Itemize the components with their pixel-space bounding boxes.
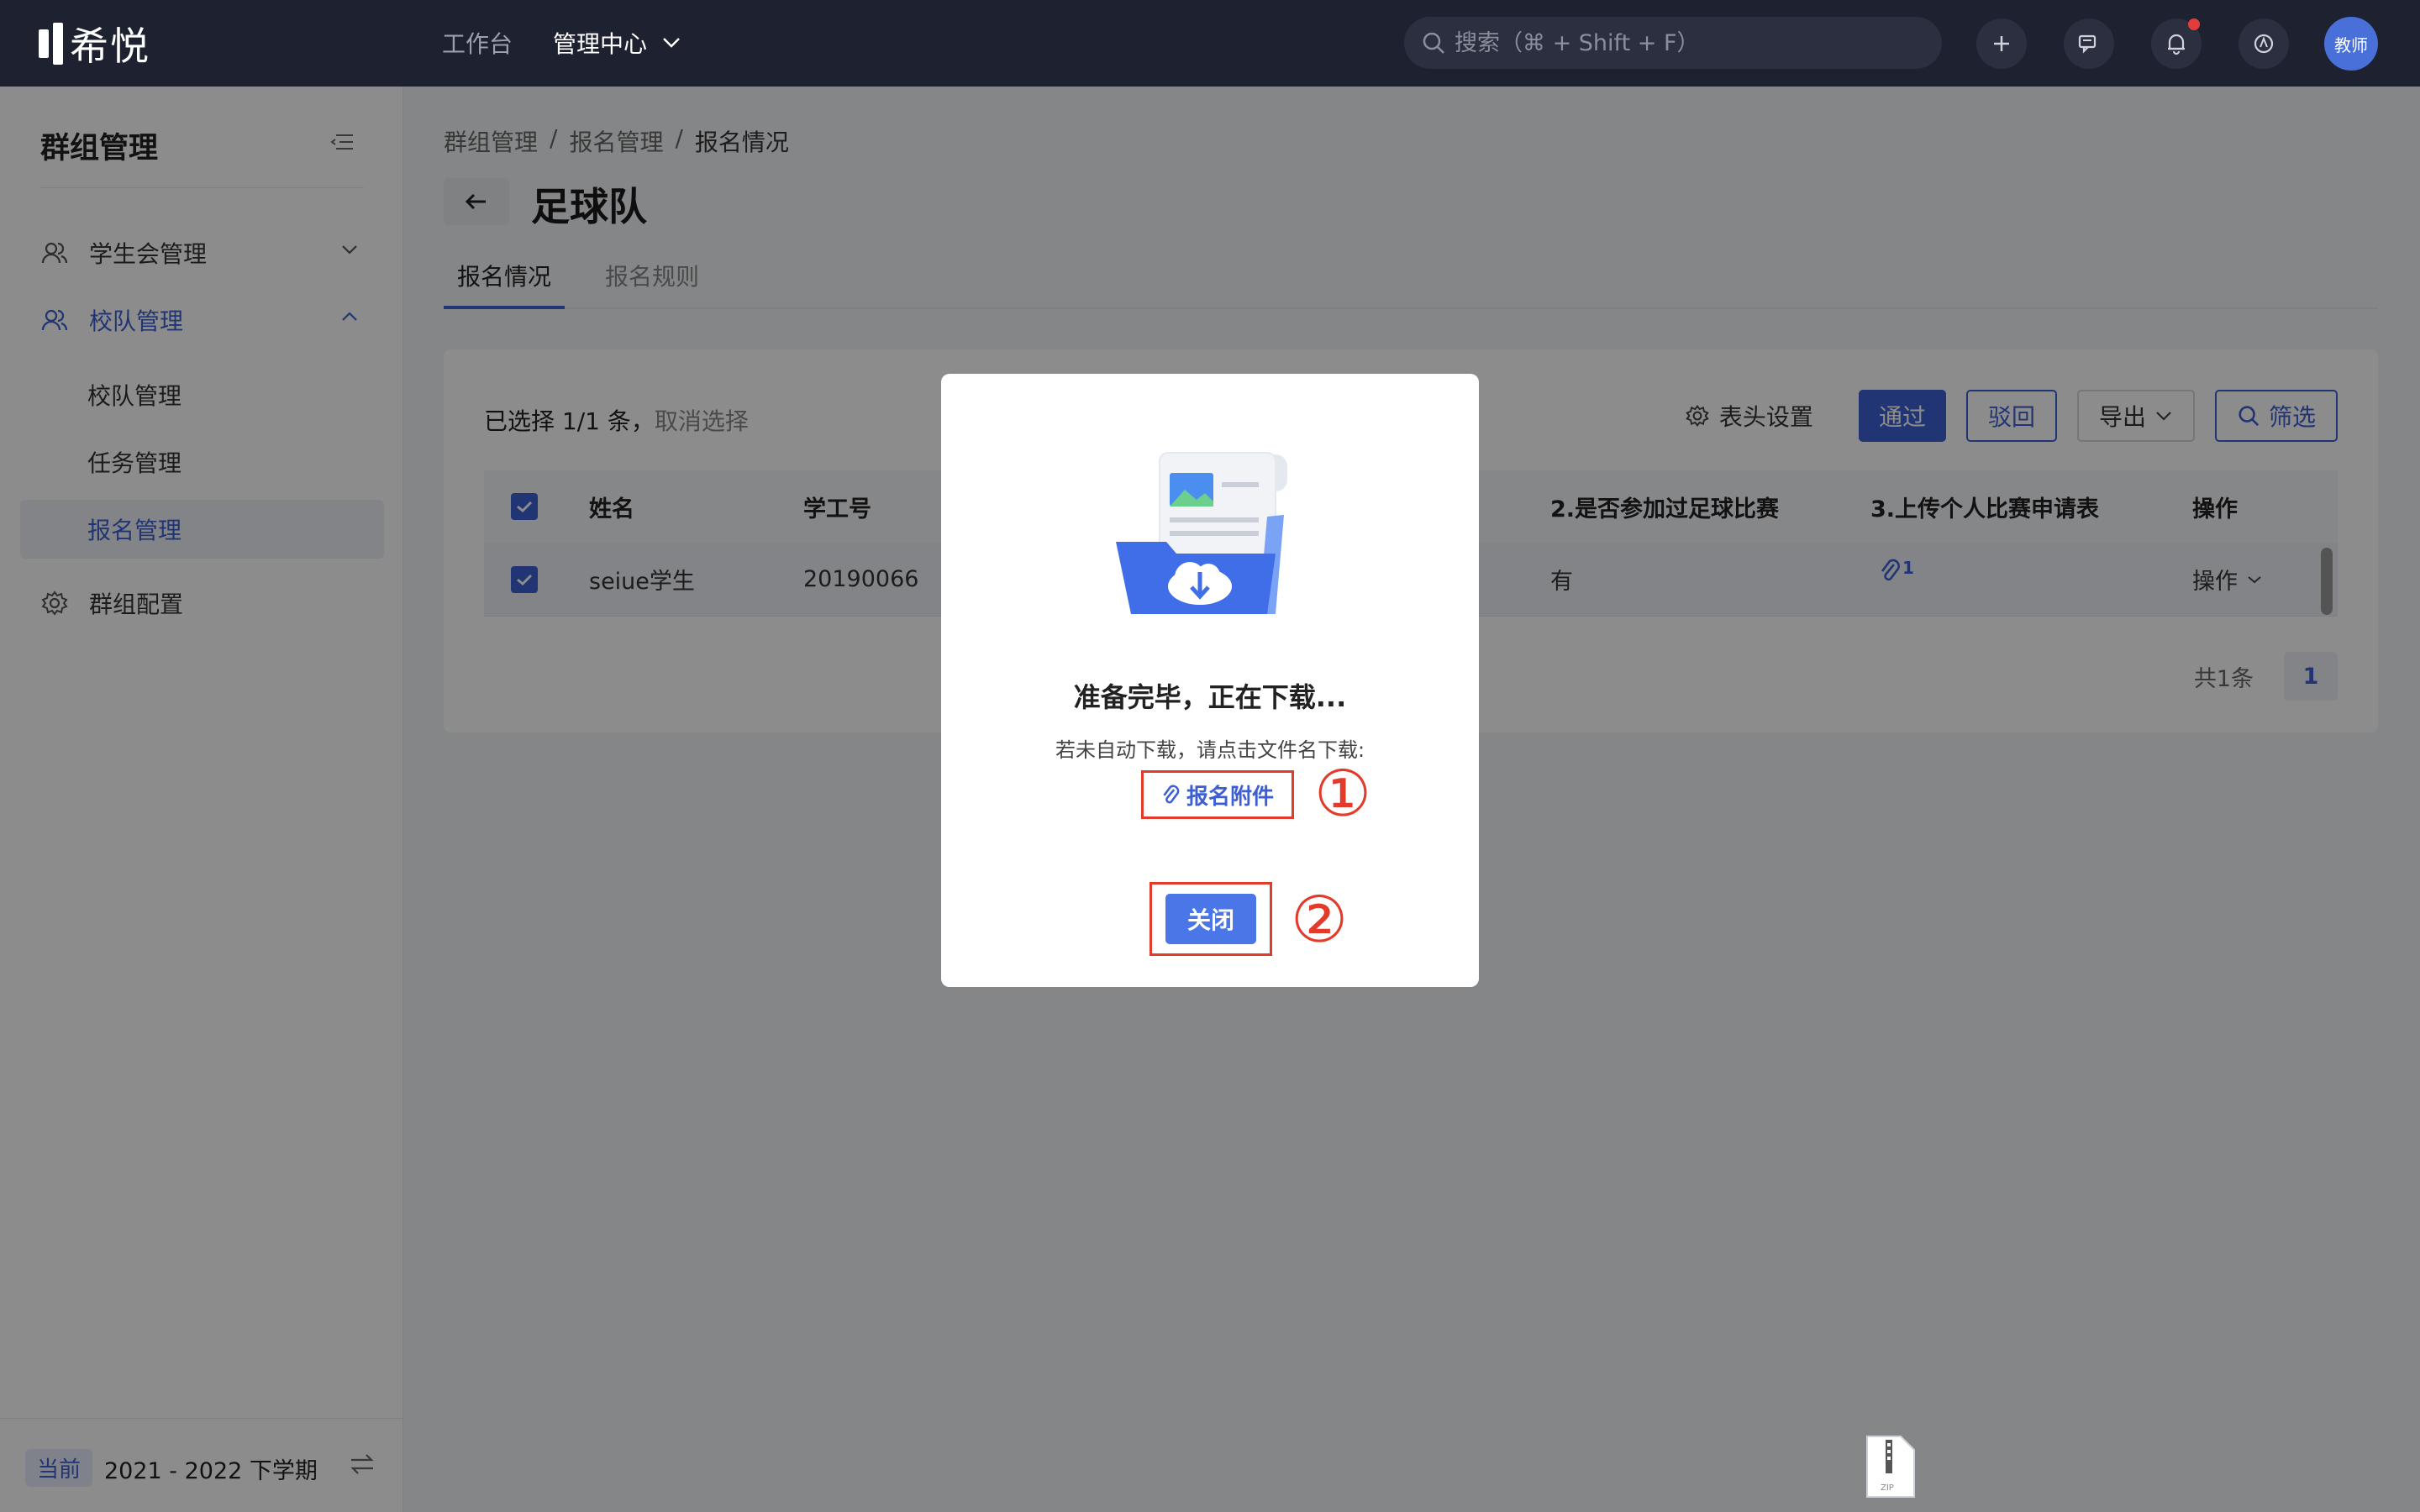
search-icon: [1423, 32, 1444, 54]
search-input[interactable]: [1455, 29, 1925, 56]
messages-button[interactable]: [2064, 18, 2114, 69]
paperclip-icon: [1163, 785, 1180, 804]
global-search[interactable]: [1404, 17, 1942, 69]
download-modal: 准备完毕，正在下载... 若未自动下载，请点击文件名下载: 报名附件 ① 关闭 …: [941, 374, 1479, 987]
modal-description: 若未自动下载，请点击文件名下载:: [1055, 738, 1365, 762]
nav-workbench-label: 工作台: [442, 30, 513, 58]
nav-workbench[interactable]: 工作台: [442, 26, 513, 60]
modal-title: 准备完毕，正在下载...: [1073, 681, 1347, 713]
nav-admin-center[interactable]: 管理中心: [553, 26, 681, 60]
attachment-file-name: 报名附件: [1186, 784, 1274, 810]
bell-icon: [2168, 34, 2185, 55]
attachment-download-link[interactable]: 报名附件: [1141, 770, 1294, 819]
annotation-step-2: ②: [1291, 882, 1349, 957]
nav-admin-center-label: 管理中心: [553, 30, 648, 58]
top-bar: 希悦 工作台 管理中心 教师: [0, 0, 2420, 87]
plus-icon: [1994, 36, 2009, 51]
zip-label: ZIP: [1881, 1483, 1894, 1493]
close-button-highlight: 关闭: [1150, 882, 1272, 956]
download-folder-illustration-icon: [1116, 449, 1309, 629]
logo-mark-icon: [39, 23, 63, 65]
compass-icon: [2254, 34, 2274, 54]
annotation-step-1: ①: [1314, 756, 1372, 831]
notification-dot: [2188, 18, 2200, 30]
top-nav: 工作台 管理中心: [442, 24, 681, 62]
add-button[interactable]: [1976, 18, 2027, 69]
notifications-button[interactable]: [2151, 18, 2202, 69]
chat-icon: [2078, 34, 2096, 54]
close-button[interactable]: 关闭: [1165, 894, 1256, 944]
app-center-button[interactable]: [2238, 18, 2289, 69]
app-logo[interactable]: 希悦: [39, 20, 150, 69]
user-avatar[interactable]: 教师: [2324, 17, 2378, 71]
zip-file-icon[interactable]: ZIP: [1864, 1435, 1916, 1499]
logo-text: 希悦: [70, 24, 150, 69]
chevron-down-icon: [663, 38, 680, 48]
